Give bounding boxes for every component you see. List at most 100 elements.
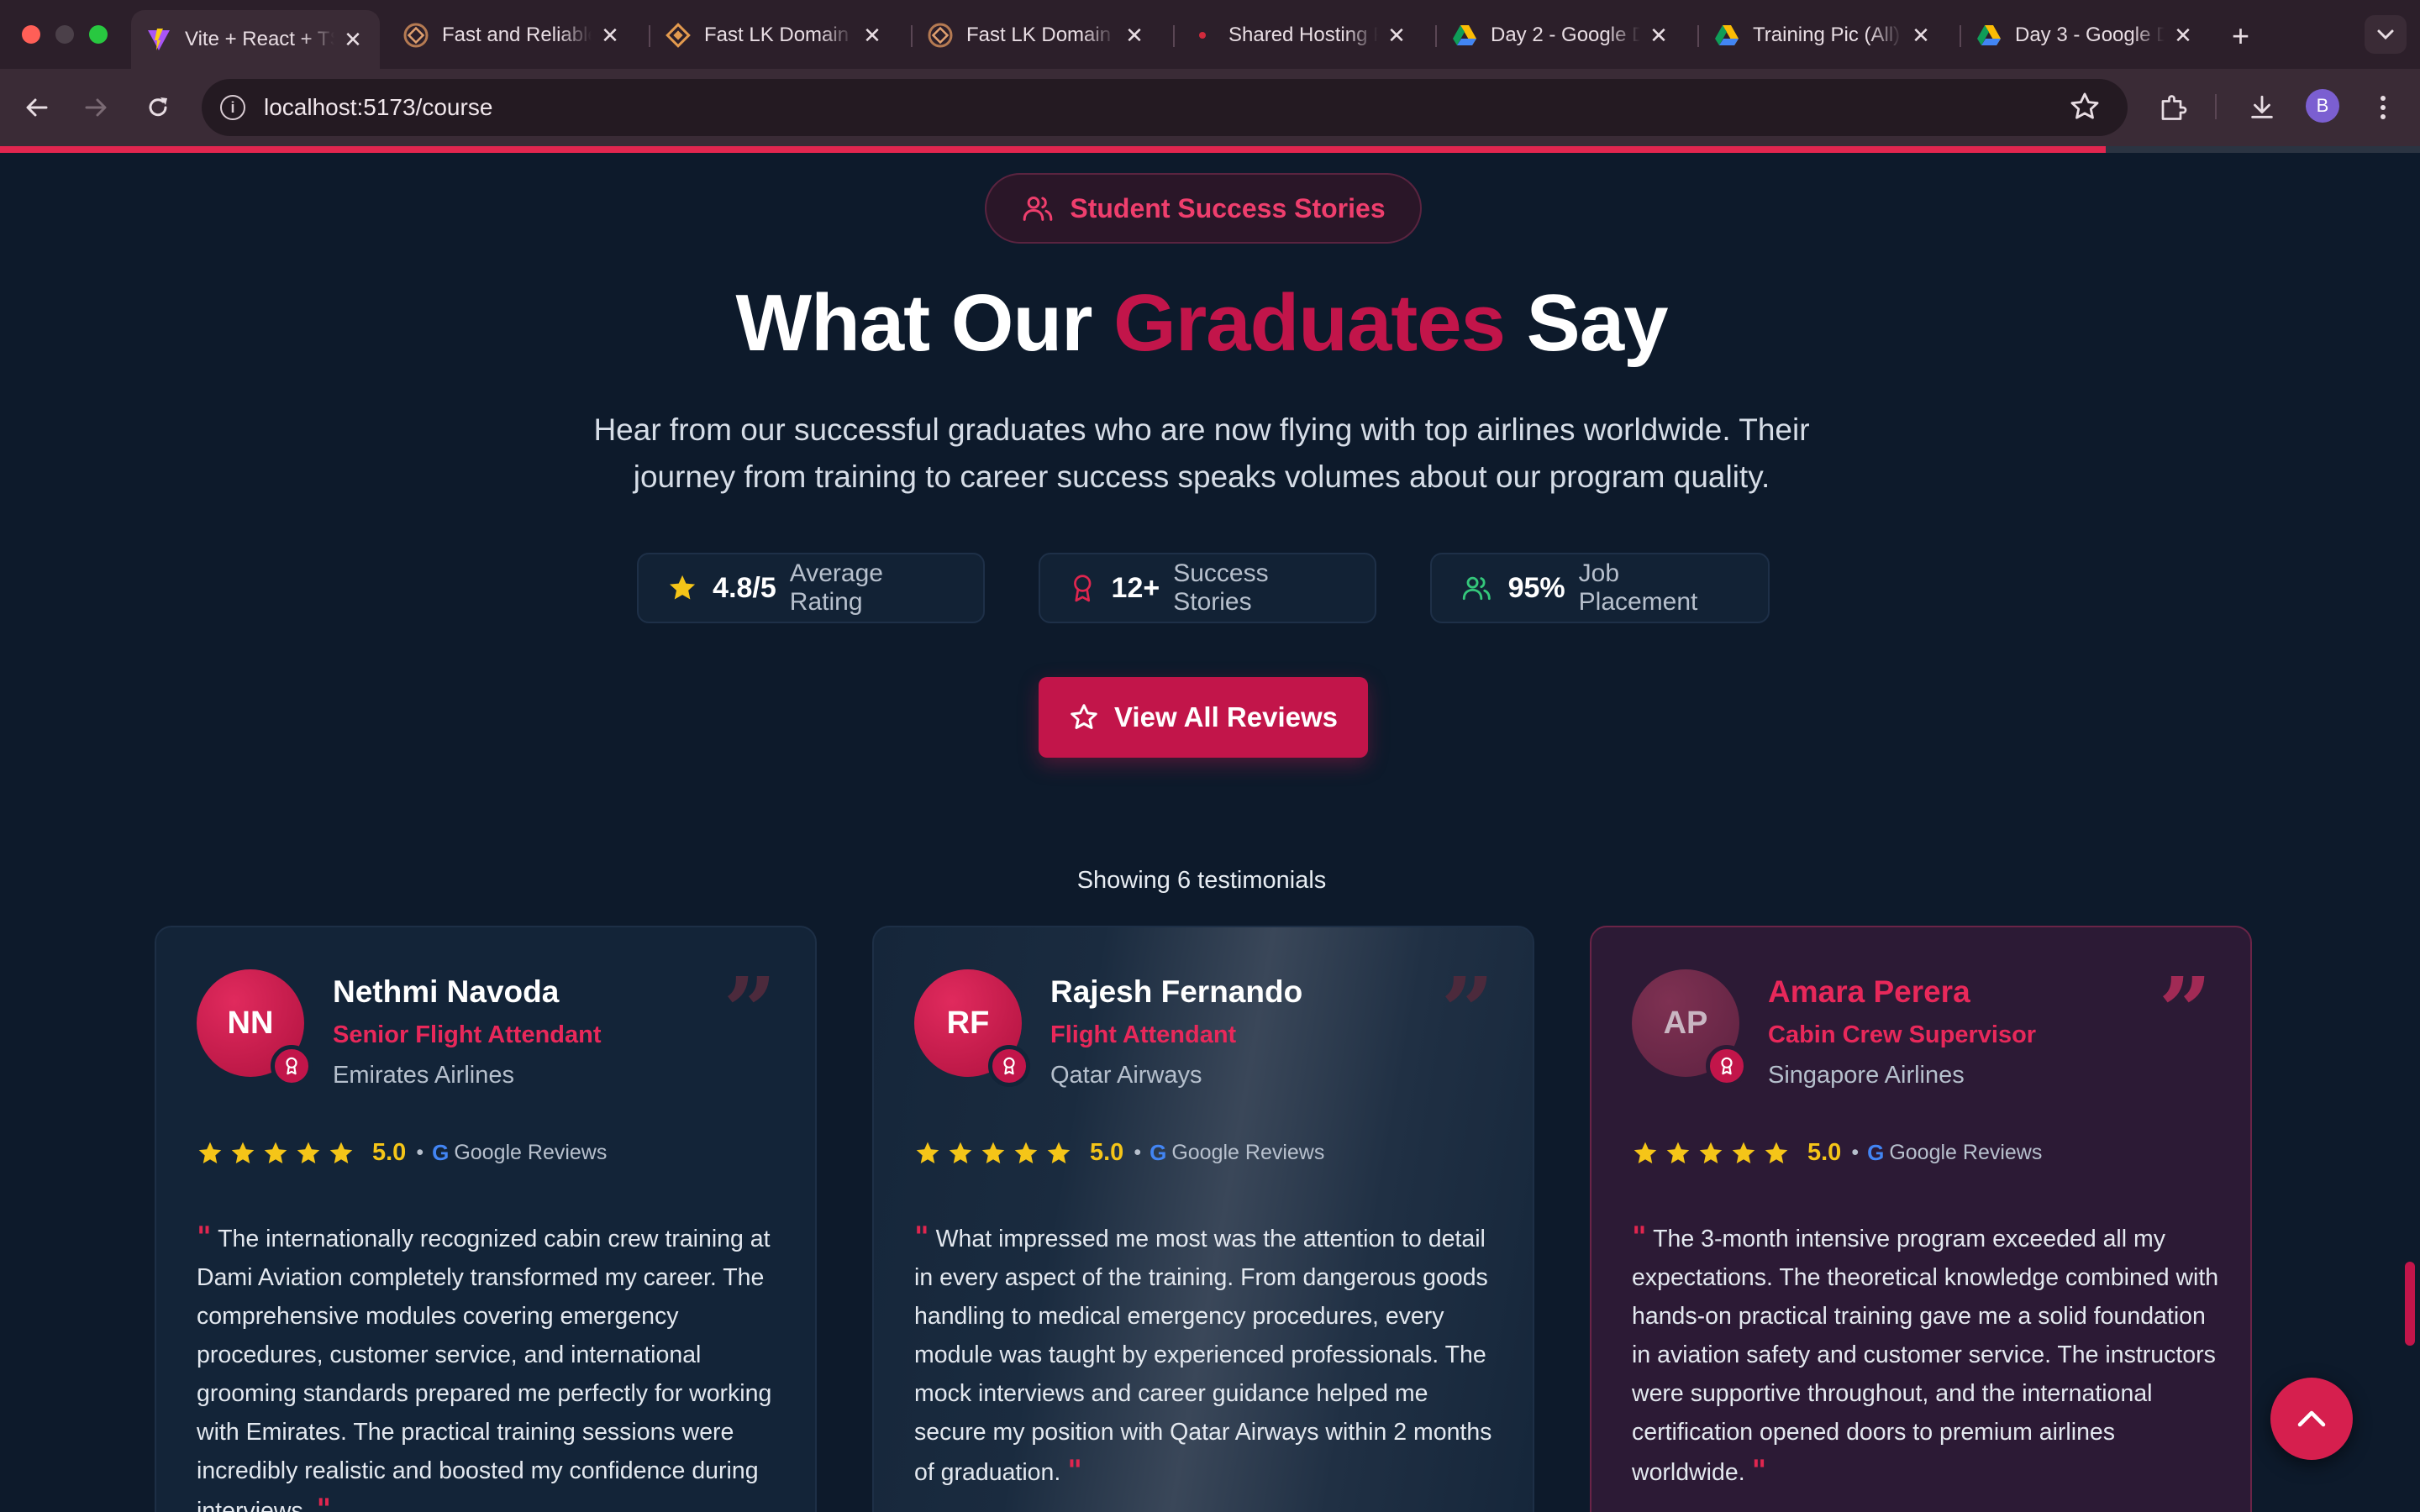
- scroll-to-top-button[interactable]: [2270, 1378, 2353, 1460]
- rating-row: 5.0 • G Google Reviews: [1632, 1139, 2042, 1167]
- quote-icon: ”: [2158, 957, 2212, 1065]
- graduate-company: Qatar Airways: [1050, 1062, 1202, 1089]
- browser-tab-3[interactable]: Fast LK Domain Registration ✕: [650, 12, 899, 59]
- browser-tab-2[interactable]: Fast and Reliable Hosting ✕: [388, 12, 637, 59]
- open-quote-icon: ": [914, 1221, 929, 1254]
- rating-score: 5.0: [372, 1139, 407, 1166]
- google-drive-icon: [1714, 23, 1739, 48]
- hosting-logo-icon: [928, 23, 953, 48]
- google-icon: G: [432, 1140, 450, 1165]
- tab-title: Day 3 - Google Drive: [2015, 24, 2165, 46]
- address-bar[interactable]: i localhost:5173/course: [202, 79, 2128, 136]
- close-tab-icon[interactable]: ✕: [598, 23, 622, 49]
- stat-label: Success Stories: [1173, 559, 1269, 616]
- site-info-icon[interactable]: i: [220, 95, 245, 120]
- arrow-left-icon: [26, 98, 48, 117]
- page-scrollbar-thumb[interactable]: [2405, 1262, 2415, 1346]
- testimonial-card-highlighted: AP Amara Perera Cabin Crew Supervisor Si…: [1590, 926, 2252, 1512]
- google-icon: G: [1150, 1140, 1167, 1165]
- close-tab-icon[interactable]: ✕: [860, 23, 884, 49]
- scroll-progress-track: [0, 146, 2420, 153]
- reload-button[interactable]: [138, 87, 178, 128]
- profile-avatar[interactable]: B: [2306, 89, 2339, 123]
- testimonial-text: " The 3-month intensive program exceeded…: [1632, 1218, 2220, 1492]
- close-quote-icon: ": [1067, 1454, 1082, 1488]
- reload-icon: [149, 97, 167, 117]
- browser-tab-5[interactable]: Shared Hosting Plans ✕: [1175, 12, 1423, 59]
- hosting-logo-icon: [403, 23, 429, 48]
- stat-job-placement: 95% Job Placement: [1430, 553, 1770, 623]
- star-outline-icon: [1071, 704, 1097, 729]
- rating-row: 5.0 • G Google Reviews: [197, 1139, 607, 1167]
- award-badge-icon: [988, 1045, 1030, 1087]
- graduate-name: Nethmi Navoda: [333, 974, 560, 1009]
- stat-average-rating: 4.8/5 Average Rating: [637, 553, 985, 623]
- forward-button[interactable]: [76, 87, 116, 128]
- stat-label: Average Rating: [789, 559, 883, 616]
- google-drive-icon: [1976, 23, 2002, 48]
- review-source: Google Reviews: [1889, 1141, 2043, 1164]
- graduate-company: Emirates Airlines: [333, 1062, 514, 1089]
- star-icon: [670, 575, 696, 600]
- close-tab-icon[interactable]: ✕: [2171, 23, 2195, 49]
- award-badge-icon: [271, 1045, 313, 1087]
- close-tab-icon[interactable]: ✕: [1909, 23, 1933, 49]
- close-quote-icon: ": [1751, 1454, 1767, 1488]
- testimonial-card: RF Rajesh Fernando Flight Attendant Qata…: [872, 926, 1534, 1512]
- five-star-rating-icon: [1632, 1140, 1796, 1167]
- separator-dot: •: [1134, 1141, 1142, 1164]
- tab-search-button[interactable]: [2365, 15, 2407, 54]
- url-text[interactable]: localhost:5173/course: [264, 94, 492, 121]
- bookmark-star-icon[interactable]: [2069, 91, 2101, 127]
- award-icon: [1074, 575, 1092, 602]
- back-button[interactable]: [17, 87, 57, 128]
- quote-icon: ”: [723, 957, 776, 1065]
- view-all-reviews-button[interactable]: View All Reviews: [1039, 677, 1368, 758]
- browser-tab-8[interactable]: Day 3 - Google Drive ✕: [1961, 12, 2210, 59]
- users-icon: [1023, 197, 1053, 221]
- five-star-rating-icon: [197, 1140, 360, 1167]
- tab-title: Day 2 - Google Drive: [1491, 24, 1640, 46]
- browser-tab-7[interactable]: Training Pic (All) - Google Drive ✕: [1699, 12, 1948, 59]
- browser-menu-button[interactable]: [2363, 87, 2403, 128]
- domain-logo-icon: [666, 23, 691, 48]
- kebab-menu-icon: [2381, 96, 2386, 119]
- downloads-button[interactable]: [2242, 87, 2282, 128]
- extensions-button[interactable]: [2153, 87, 2193, 128]
- stat-success-stories: 12+ Success Stories: [1039, 553, 1376, 623]
- stat-value: 12+: [1111, 571, 1160, 604]
- close-tab-icon[interactable]: ✕: [1385, 23, 1408, 49]
- browser-tab-1[interactable]: Vite + React + TS ✕: [131, 10, 380, 69]
- browser-tab-6[interactable]: Day 2 - Google Drive ✕: [1437, 12, 1686, 59]
- testimonial-body: The internationally recognized cabin cre…: [197, 1226, 772, 1512]
- showing-count: Showing 6 testimonials: [1076, 867, 1327, 894]
- download-icon: [2251, 95, 2273, 118]
- toolbar-divider: [2215, 94, 2217, 119]
- browser-tab-bar: Vite + React + TS ✕ Fast and Reliable Ho…: [0, 0, 2420, 69]
- stat-value: 4.8/5: [713, 571, 776, 604]
- title-part-1: What Our: [735, 278, 1093, 368]
- window-minimize-button[interactable]: [55, 25, 74, 44]
- close-tab-icon[interactable]: ✕: [1647, 23, 1670, 49]
- tab-title: Vite + React + TS: [185, 28, 334, 50]
- section-badge: Student Success Stories: [985, 173, 1422, 244]
- testimonial-text: " What impressed me most was the attenti…: [914, 1218, 1502, 1492]
- rating-score: 5.0: [1090, 1139, 1124, 1166]
- rating-score: 5.0: [1807, 1139, 1842, 1166]
- stat-label: Job Placement: [1578, 559, 1698, 616]
- browser-tab-4[interactable]: Fast LK Domain Registration ✕: [913, 12, 1161, 59]
- browser-toolbar: i localhost:5173/course: [0, 69, 2420, 146]
- close-tab-icon[interactable]: ✕: [341, 27, 365, 53]
- graduate-name: Rajesh Fernando: [1050, 974, 1303, 1009]
- chevron-up-icon: [2297, 1410, 2326, 1427]
- graduate-role: Cabin Crew Supervisor: [1768, 1021, 2037, 1048]
- review-source: Google Reviews: [454, 1141, 608, 1164]
- open-quote-icon: ": [197, 1221, 212, 1254]
- close-tab-icon[interactable]: ✕: [1123, 23, 1146, 49]
- testimonials-section: Student Success Stories What Our Graduat…: [0, 153, 2420, 1512]
- five-star-rating-icon: [914, 1140, 1078, 1167]
- quote-icon: ”: [1440, 957, 1494, 1065]
- window-close-button[interactable]: [22, 25, 40, 44]
- window-maximize-button[interactable]: [89, 25, 108, 44]
- new-tab-button[interactable]: +: [2232, 18, 2249, 54]
